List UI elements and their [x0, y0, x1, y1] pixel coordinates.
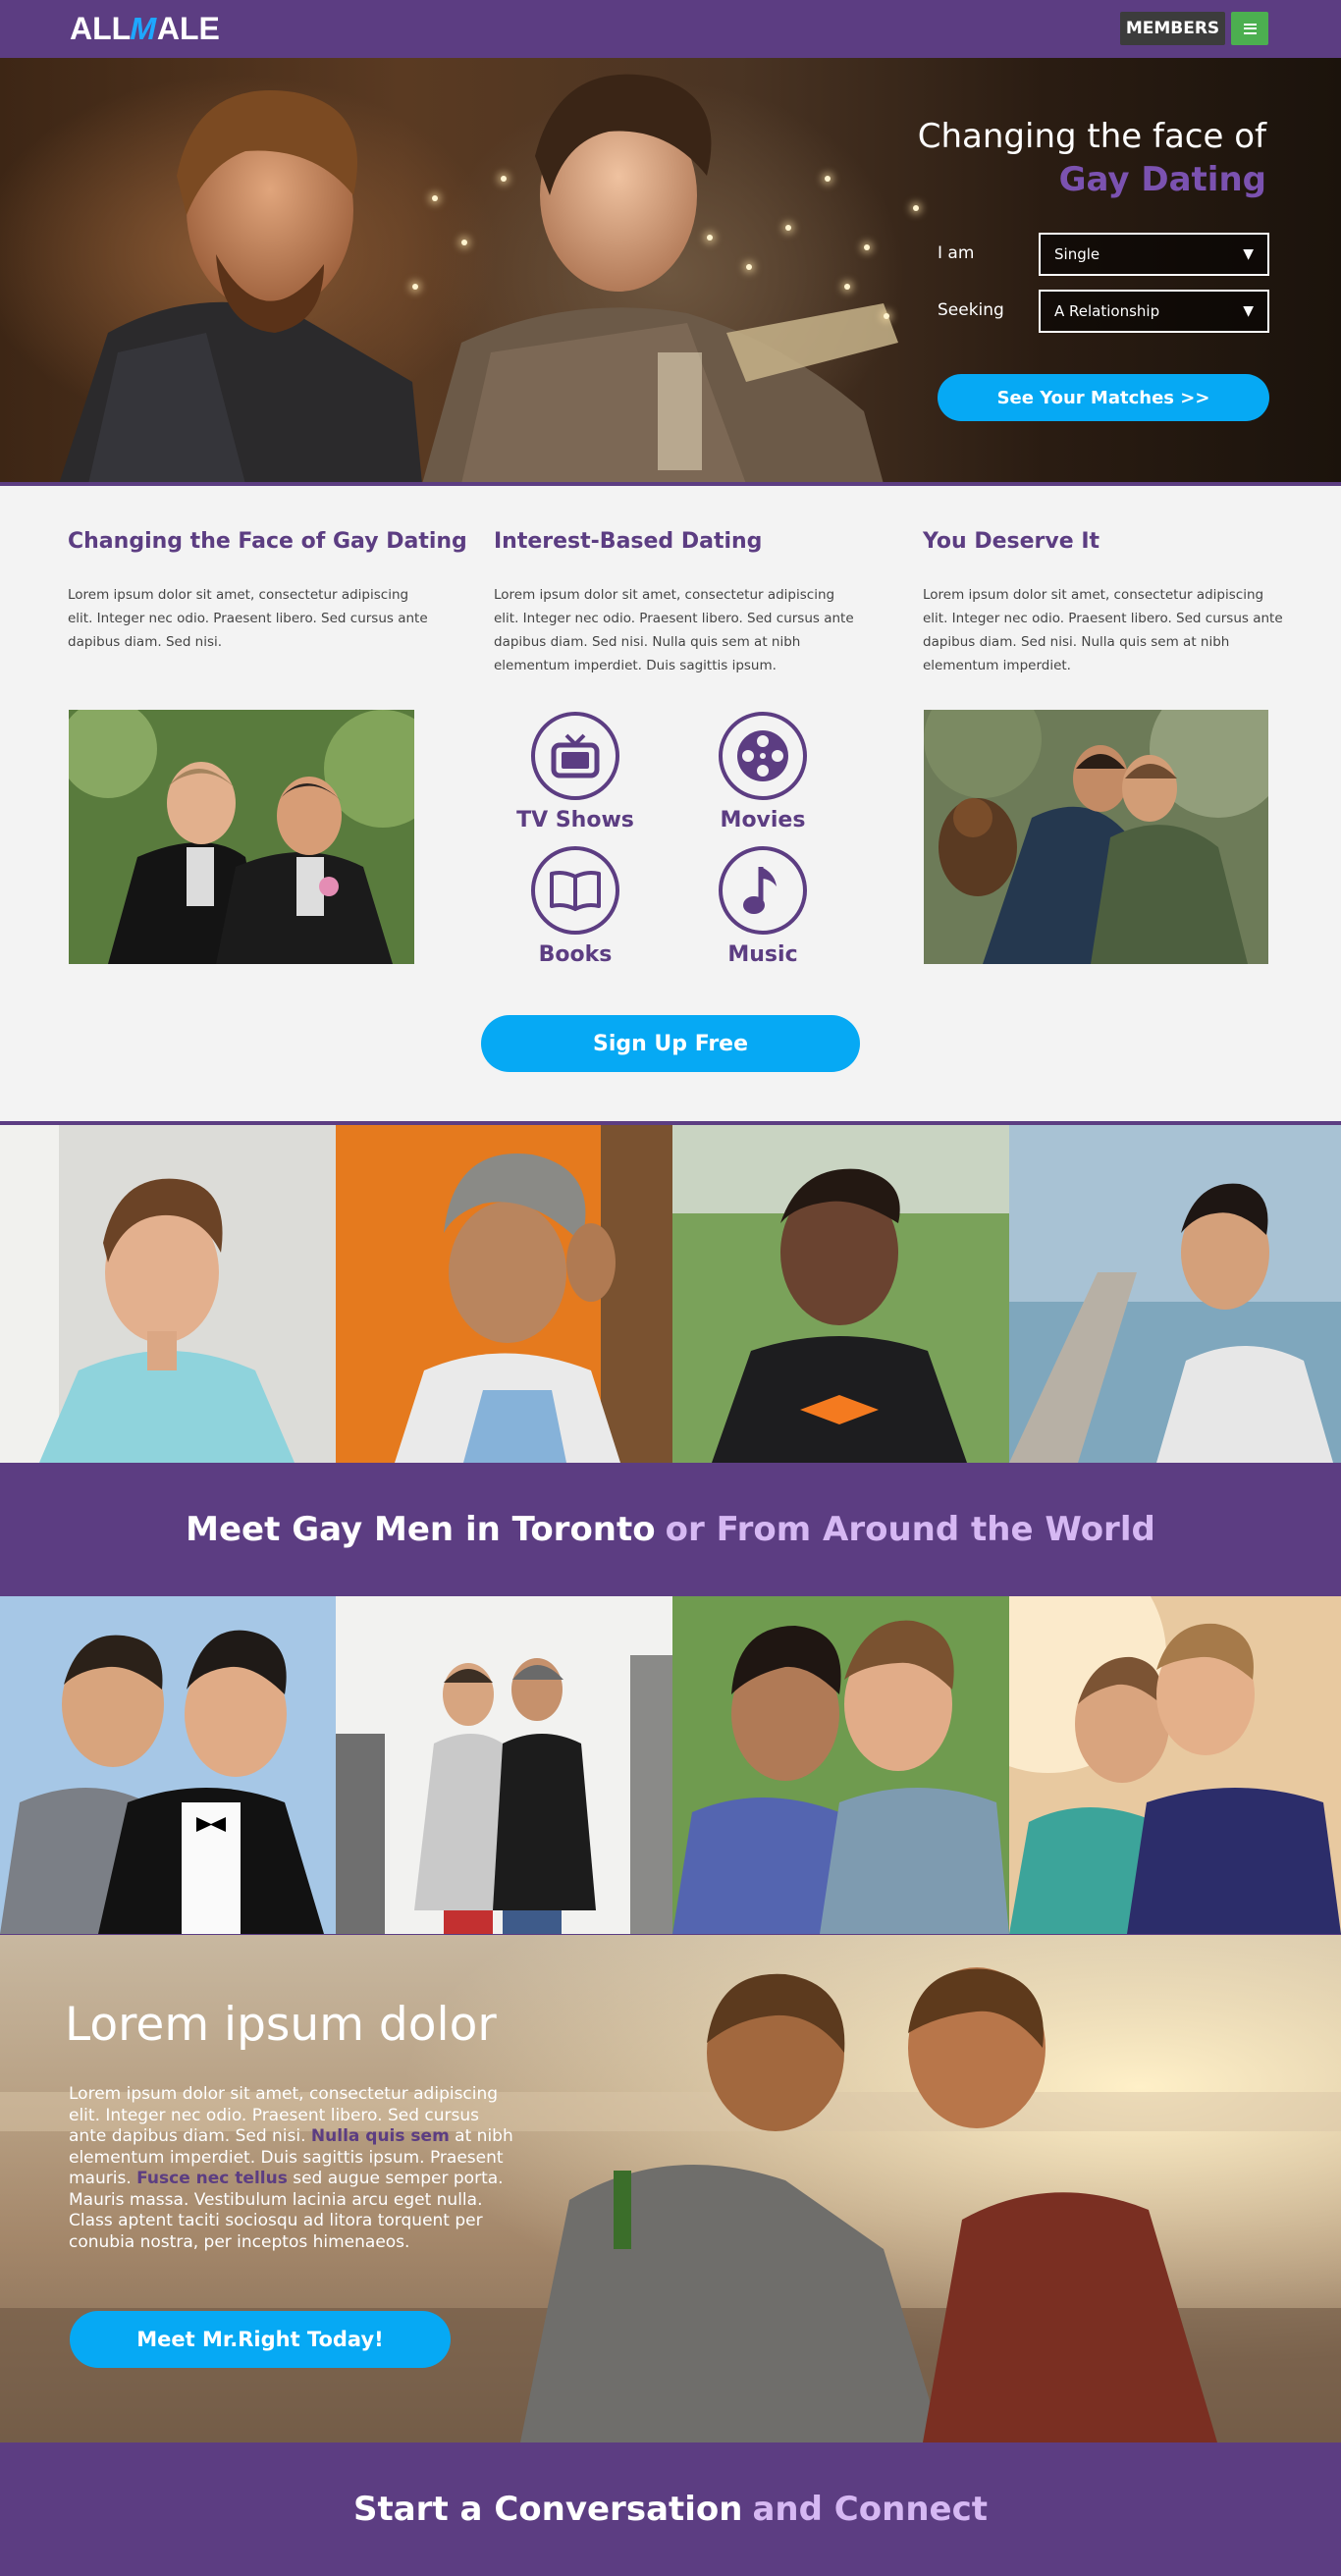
feature-text-changing: Lorem ipsum dolor sit amet, consectetur …: [68, 587, 428, 650]
feature-title-changing: Changing the Face of Gay Dating: [68, 529, 467, 554]
member-photo-4[interactable]: [1009, 1125, 1341, 1463]
logo-m-mark: M: [127, 11, 161, 46]
seeking-label: Seeking: [938, 300, 1004, 320]
sign-up-button[interactable]: Sign Up Free: [481, 1015, 860, 1072]
member-photo-2[interactable]: [336, 1125, 672, 1463]
film-reel-icon: [719, 712, 807, 800]
interest-tv-shows[interactable]: TV Shows: [516, 712, 634, 832]
chevron-down-icon: ▼: [1243, 246, 1254, 262]
banner1-main-text: Meet Gay Men in Toronto: [186, 1510, 656, 1549]
interest-label-tv: TV Shows: [516, 808, 634, 832]
interest-books[interactable]: Books: [516, 846, 634, 967]
iam-select[interactable]: Single ▼: [1039, 233, 1269, 276]
hero-title-accent: Gay Dating: [1058, 160, 1266, 199]
interest-music[interactable]: Music: [704, 846, 822, 967]
music-note-icon: [719, 846, 807, 935]
interest-label-movies: Movies: [720, 808, 806, 832]
feature-text-deserve: Lorem ipsum dolor sit amet, consectetur …: [923, 587, 1283, 673]
promo-highlight-2[interactable]: Fusce nec tellus: [136, 2169, 288, 2188]
banner2-main-text: Start a Conversation: [353, 2490, 743, 2529]
iam-label: I am: [938, 243, 975, 263]
hero-divider: [0, 482, 1341, 486]
site-logo[interactable]: ALLMALE: [70, 11, 220, 46]
couple-photo-2[interactable]: [336, 1596, 672, 1934]
couple-photo-4[interactable]: [1009, 1596, 1341, 1934]
meet-men-banner: Meet Gay Men in Toronto or From Around t…: [0, 1463, 1341, 1596]
iam-select-value: Single: [1054, 245, 1100, 263]
interest-label-music: Music: [727, 942, 798, 967]
seeking-select[interactable]: A Relationship ▼: [1039, 290, 1269, 333]
feature-title-interest: Interest-Based Dating: [494, 529, 763, 554]
wedding-couple-photo: [69, 710, 414, 964]
feature-text-interest: Lorem ipsum dolor sit amet, consectetur …: [494, 587, 854, 673]
logo-text-right: ALE: [156, 11, 220, 46]
members-button[interactable]: MEMBERS: [1120, 12, 1225, 45]
meet-mr-right-button[interactable]: Meet Mr.Right Today!: [70, 2311, 451, 2368]
book-icon: [531, 846, 619, 935]
feature-title-deserve: You Deserve It: [923, 529, 1100, 554]
chevron-down-icon: ▼: [1243, 303, 1254, 319]
hero-banner: Changing the face of Gay Dating I am Sin…: [0, 58, 1341, 484]
tv-icon: [531, 712, 619, 800]
couple-photo-1[interactable]: [0, 1596, 336, 1934]
interest-label-books: Books: [538, 942, 613, 967]
interest-movies[interactable]: Movies: [704, 712, 822, 832]
landing-page: ALLMALE MEMBERS Changing the face of Gay…: [0, 0, 1341, 2576]
see-matches-button[interactable]: See Your Matches >>: [938, 374, 1269, 421]
logo-text-left: ALL: [70, 11, 132, 46]
hero-title: Changing the face of Gay Dating: [884, 115, 1266, 201]
hamburger-menu-button[interactable]: [1231, 12, 1268, 45]
banner2-accent-text: and Connect: [752, 2490, 988, 2529]
promo-highlight-1[interactable]: Nulla quis sem: [311, 2126, 450, 2146]
top-header: ALLMALE MEMBERS: [0, 0, 1341, 58]
promo-paragraph: Lorem ipsum dolor sit amet, consectetur …: [69, 2084, 520, 2253]
member-photo-3[interactable]: [672, 1125, 1009, 1463]
hero-title-line1: Changing the face of: [917, 117, 1266, 156]
promo-section: Lorem ipsum dolor Lorem ipsum dolor sit …: [0, 1935, 1341, 2442]
couple-with-dog-photo: [924, 710, 1268, 964]
banner1-accent-text: or From Around the World: [665, 1510, 1155, 1549]
couple-photo-3[interactable]: [672, 1596, 1009, 1934]
conversation-banner: Start a Conversation and Connect: [0, 2442, 1341, 2576]
promo-title: Lorem ipsum dolor: [65, 1998, 497, 2052]
hamburger-icon: [1243, 23, 1257, 34]
seeking-select-value: A Relationship: [1054, 302, 1160, 320]
member-photo-1[interactable]: [0, 1125, 336, 1463]
